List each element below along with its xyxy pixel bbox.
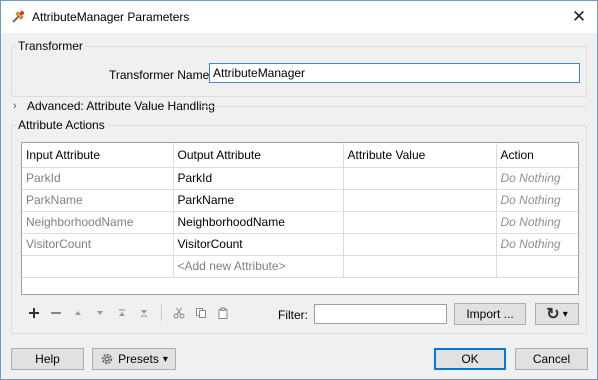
dropdown-arrow-icon: ▾	[162, 353, 168, 365]
output-attribute-cell[interactable]: NeighborhoodName	[173, 211, 344, 234]
attribute-value-cell[interactable]	[343, 211, 497, 234]
empty-cell[interactable]	[496, 255, 578, 278]
attribute-actions-group-label: Attribute Actions	[18, 118, 105, 132]
filter-input[interactable]	[314, 304, 447, 324]
column-header-output-attribute[interactable]: Output Attribute	[173, 143, 344, 168]
advanced-divider	[201, 106, 587, 107]
move-top-icon[interactable]	[111, 303, 133, 323]
help-button[interactable]: Help	[11, 348, 84, 370]
minus-icon[interactable]	[45, 303, 67, 323]
ok-button[interactable]: OK	[434, 348, 506, 370]
dialog-window: AttributeManager Parameters ✕ Transforme…	[0, 0, 598, 380]
column-header-attribute-value[interactable]: Attribute Value	[343, 143, 497, 168]
presets-label: Presets	[118, 352, 159, 366]
input-attribute-cell[interactable]: ParkName	[22, 189, 174, 212]
output-attribute-cell[interactable]: VisitorCount	[173, 233, 344, 256]
transformer-group-label: Transformer	[18, 39, 83, 53]
table-row[interactable]: VisitorCount VisitorCount Do Nothing	[22, 233, 578, 256]
attribute-value-cell[interactable]	[343, 167, 497, 190]
plus-icon[interactable]	[23, 303, 45, 323]
move-down-icon[interactable]	[89, 303, 111, 323]
refresh-icon: ↻	[546, 306, 560, 323]
copy-icon[interactable]	[190, 303, 212, 323]
column-header-action[interactable]: Action	[496, 143, 578, 168]
input-attribute-cell[interactable]: ParkId	[22, 167, 174, 190]
presets-button[interactable]: Presets ▾	[92, 348, 176, 370]
gear-icon	[100, 352, 114, 366]
import-button[interactable]: Import ...	[454, 303, 526, 325]
add-new-attribute-cell[interactable]: <Add new Attribute>	[173, 255, 344, 278]
transformer-name-input[interactable]	[209, 63, 580, 83]
attribute-table[interactable]: Input Attribute Output Attribute Attribu…	[21, 142, 579, 295]
advanced-section-toggle[interactable]: › Advanced: Attribute Value Handling	[13, 99, 215, 113]
move-bottom-icon[interactable]	[133, 303, 155, 323]
action-cell[interactable]: Do Nothing	[496, 233, 578, 256]
chevron-right-icon: ›	[13, 100, 17, 112]
transformer-name-label: Transformer Name:	[109, 68, 213, 82]
window-title: AttributeManager Parameters	[32, 10, 190, 24]
column-header-input-attribute[interactable]: Input Attribute	[22, 143, 174, 168]
table-row[interactable]: NeighborhoodName NeighborhoodName Do Not…	[22, 211, 578, 234]
close-button[interactable]: ✕	[569, 7, 589, 27]
table-row[interactable]: ParkName ParkName Do Nothing	[22, 189, 578, 212]
table-row[interactable]: ParkId ParkId Do Nothing	[22, 167, 578, 190]
reset-dropdown-button[interactable]: ↻ ▾	[535, 303, 579, 325]
empty-cell[interactable]	[22, 255, 174, 278]
action-cell[interactable]: Do Nothing	[496, 211, 578, 234]
input-attribute-cell[interactable]: NeighborhoodName	[22, 211, 174, 234]
toolbar-divider	[161, 305, 162, 321]
advanced-section-label: Advanced: Attribute Value Handling	[27, 99, 215, 113]
output-attribute-cell[interactable]: ParkName	[173, 189, 344, 212]
dropdown-arrow-icon: ▾	[562, 308, 568, 320]
paste-icon[interactable]	[212, 303, 234, 323]
empty-cell[interactable]	[343, 255, 497, 278]
attribute-toolbar	[23, 303, 234, 323]
move-up-icon[interactable]	[67, 303, 89, 323]
fme-app-icon	[10, 9, 26, 25]
filter-label: Filter:	[278, 308, 308, 322]
action-cell[interactable]: Do Nothing	[496, 167, 578, 190]
table-header-row: Input Attribute Output Attribute Attribu…	[22, 143, 578, 168]
cut-icon[interactable]	[168, 303, 190, 323]
add-attribute-row[interactable]: <Add new Attribute>	[22, 255, 578, 278]
title-bar: AttributeManager Parameters ✕	[1, 1, 597, 33]
output-attribute-cell[interactable]: ParkId	[173, 167, 344, 190]
input-attribute-cell[interactable]: VisitorCount	[22, 233, 174, 256]
attribute-value-cell[interactable]	[343, 233, 497, 256]
cancel-button[interactable]: Cancel	[515, 348, 588, 370]
attribute-value-cell[interactable]	[343, 189, 497, 212]
action-cell[interactable]: Do Nothing	[496, 189, 578, 212]
